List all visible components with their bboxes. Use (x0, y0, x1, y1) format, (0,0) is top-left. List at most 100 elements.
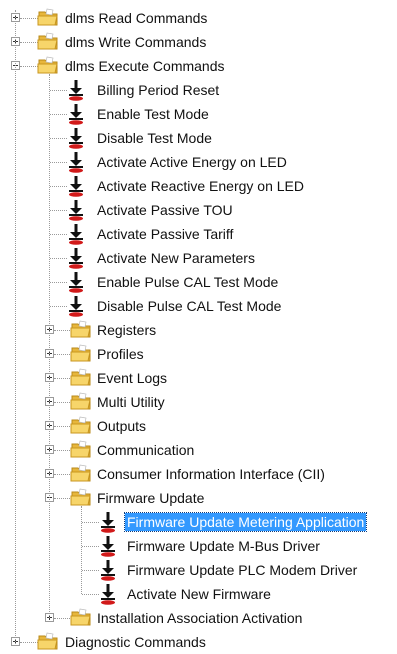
tree-item-command[interactable]: Disable Test Mode (0, 126, 397, 150)
execute-command-icon (99, 535, 117, 557)
tree-connector (82, 594, 99, 595)
tree-connector (15, 10, 16, 646)
execute-command-icon (67, 247, 85, 269)
tree-item-dlms-write-commands[interactable]: dlms Write Commands (0, 30, 397, 54)
tree-item-folder[interactable]: Profiles (0, 342, 397, 366)
tree-item-command[interactable]: Activate New Parameters (0, 246, 397, 270)
tree-item-dlms-execute-commands[interactable]: dlms Execute Commands (0, 54, 397, 78)
tree-item-label: Firmware Update M-Bus Driver (127, 538, 320, 554)
folder-icon (70, 368, 92, 387)
tree-item-label: Firmware Update Metering Application (123, 512, 368, 532)
execute-command-icon (67, 79, 85, 101)
folder-icon (70, 464, 92, 483)
tree-item-label: Installation Association Activation (97, 610, 303, 626)
tree-item-command[interactable]: Activate Active Energy on LED (0, 150, 397, 174)
tree-item-label: Firmware Update (97, 490, 205, 506)
tree-item-label: dlms Write Commands (65, 34, 207, 50)
tree-connector (50, 306, 67, 307)
tree-connector (20, 18, 38, 19)
tree-item-command[interactable]: Firmware Update M-Bus Driver (0, 534, 397, 558)
tree-item-command[interactable]: Activate New Firmware (0, 582, 397, 606)
tree-connector (50, 186, 67, 187)
tree-item-command[interactable]: Firmware Update PLC Modem Driver (0, 558, 397, 582)
tree-item-label: Activate Passive Tariff (97, 226, 234, 242)
tree-item-label: Communication (97, 442, 195, 458)
tree-item-command[interactable]: Enable Test Mode (0, 102, 397, 126)
command-tree: dlms Read Commands dlms Write Commands d… (0, 0, 397, 652)
folder-icon (70, 344, 92, 363)
folder-icon (70, 440, 92, 459)
execute-command-icon (67, 223, 85, 245)
tree-connector (50, 114, 67, 115)
tree-connector (20, 642, 38, 643)
tree-item-label: Enable Test Mode (97, 106, 209, 122)
tree-item-label: Activate New Firmware (127, 586, 271, 602)
tree-connector (50, 90, 67, 91)
tree-connector (54, 450, 70, 451)
tree-item-folder[interactable]: Consumer Information Interface (CII) (0, 462, 397, 486)
tree-connector (82, 522, 99, 523)
tree-item-label: Profiles (97, 346, 144, 362)
tree-item-diagnostic-commands[interactable]: Diagnostic Commands (0, 630, 397, 654)
tree-item-label: Billing Period Reset (97, 82, 220, 98)
tree-item-command[interactable]: Activate Passive TOU (0, 198, 397, 222)
tree-item-label: Disable Test Mode (97, 130, 212, 146)
folder-icon (70, 320, 92, 339)
tree-connector (54, 618, 70, 619)
tree-item-dlms-read-commands[interactable]: dlms Read Commands (0, 6, 397, 30)
tree-connector (82, 546, 99, 547)
tree-connector (54, 498, 70, 499)
tree-item-command[interactable]: Enable Pulse CAL Test Mode (0, 270, 397, 294)
folder-icon (37, 632, 59, 651)
tree-item-label: Multi Utility (97, 394, 165, 410)
folder-icon (37, 8, 59, 27)
tree-item-label: Activate Active Energy on LED (97, 154, 287, 170)
tree-connector (54, 474, 70, 475)
tree-item-label: Consumer Information Interface (CII) (97, 466, 325, 482)
folder-icon (70, 392, 92, 411)
tree-connector (20, 66, 38, 67)
tree-item-folder[interactable]: Registers (0, 318, 397, 342)
tree-connector (50, 282, 67, 283)
execute-command-icon (67, 103, 85, 125)
tree-item-folder[interactable]: Communication (0, 438, 397, 462)
tree-connector (82, 570, 99, 571)
tree-item-command[interactable]: Billing Period Reset (0, 78, 397, 102)
tree-item-label: Activate Reactive Energy on LED (97, 178, 304, 194)
tree-item-folder[interactable]: Multi Utility (0, 390, 397, 414)
execute-command-icon (99, 511, 117, 533)
tree-item-label: Disable Pulse CAL Test Mode (97, 298, 282, 314)
execute-command-icon (67, 295, 85, 317)
tree-connector (50, 234, 67, 235)
tree-connector (54, 378, 70, 379)
tree-item-label: Enable Pulse CAL Test Mode (97, 274, 279, 290)
execute-command-icon (67, 175, 85, 197)
folder-icon (70, 608, 92, 627)
folder-icon (70, 416, 92, 435)
tree-item-folder[interactable]: Outputs (0, 414, 397, 438)
tree-item-command[interactable]: Disable Pulse CAL Test Mode (0, 294, 397, 318)
tree-connector (50, 258, 67, 259)
execute-command-icon (99, 583, 117, 605)
folder-icon (70, 488, 92, 507)
tree-connector (50, 138, 67, 139)
tree-item-command[interactable]: Activate Passive Tariff (0, 222, 397, 246)
tree-connector (54, 330, 70, 331)
execute-command-icon (99, 559, 117, 581)
tree-item-folder[interactable]: Firmware Update (0, 486, 397, 510)
tree-item-command[interactable]: Firmware Update Metering Application (0, 510, 397, 534)
tree-item-label: dlms Read Commands (65, 10, 208, 26)
folder-icon (37, 56, 59, 75)
tree-item-label: Registers (97, 322, 157, 338)
tree-item-folder[interactable]: Installation Association Activation (0, 606, 397, 630)
tree-item-label: Firmware Update PLC Modem Driver (127, 562, 358, 578)
tree-item-command[interactable]: Activate Reactive Energy on LED (0, 174, 397, 198)
tree-connector (81, 506, 82, 594)
tree-connector (54, 354, 70, 355)
execute-command-icon (67, 151, 85, 173)
tree-connector (54, 426, 70, 427)
tree-connector (50, 162, 67, 163)
execute-command-icon (67, 127, 85, 149)
tree-item-label: Activate Passive TOU (97, 202, 233, 218)
tree-item-folder[interactable]: Event Logs (0, 366, 397, 390)
